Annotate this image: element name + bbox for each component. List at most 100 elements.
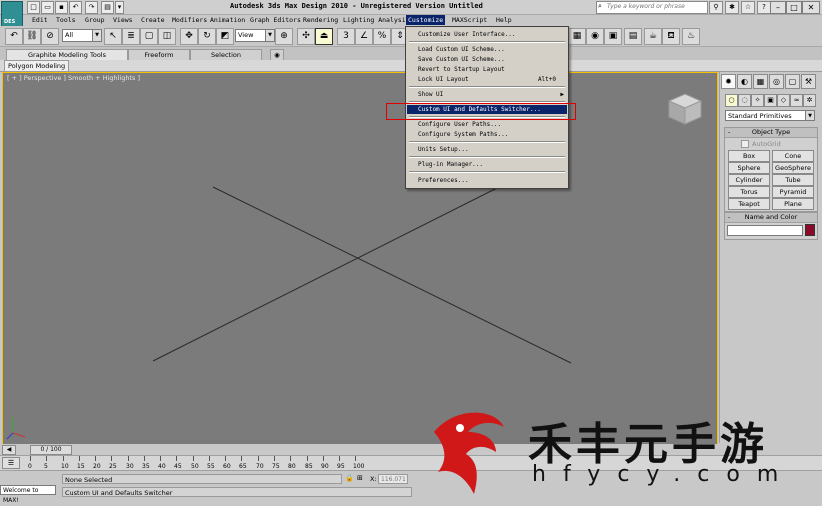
systems-icon[interactable]: ✲ xyxy=(803,94,816,107)
maximize-icon[interactable]: □ xyxy=(786,1,802,14)
tab-freeform[interactable]: Freeform xyxy=(128,49,190,60)
menu-item-configure-user-paths[interactable]: Configure User Paths... xyxy=(407,120,567,129)
menu-create[interactable]: Create xyxy=(139,15,166,25)
project-folder-icon[interactable]: ▤ xyxy=(101,1,114,14)
menu-animation[interactable]: Animation xyxy=(208,15,247,25)
lights-icon[interactable]: ✧ xyxy=(751,94,764,107)
box-button[interactable]: Box xyxy=(728,150,770,162)
keyboard-shortcut-override-icon[interactable]: ⏏ xyxy=(315,28,333,45)
open-file-icon[interactable]: ▭ xyxy=(41,1,54,14)
tube-button[interactable]: Tube xyxy=(772,174,814,186)
lock-selection-icon[interactable]: 🔒 xyxy=(345,474,354,482)
help-icon[interactable]: ? xyxy=(757,1,771,14)
rectangle-selection-icon[interactable]: ▢ xyxy=(140,28,158,45)
percent-snap-icon[interactable]: % xyxy=(373,28,391,45)
sphere-button[interactable]: Sphere xyxy=(728,162,770,174)
viewcube-icon[interactable] xyxy=(665,92,705,126)
helpers-icon[interactable]: ◇ xyxy=(777,94,790,107)
search-input[interactable] xyxy=(607,2,703,11)
menu-maxscript[interactable]: MAXScript xyxy=(450,15,489,25)
redo-icon[interactable]: ↷ xyxy=(85,1,98,14)
motion-tab-icon[interactable]: ◎ xyxy=(769,74,784,89)
teapot-render-icon[interactable]: ♨ xyxy=(682,28,700,45)
schematic-view-icon[interactable]: ▦ xyxy=(568,28,586,45)
menu-tools[interactable]: Tools xyxy=(54,15,78,25)
menu-item-save-custom-ui-scheme[interactable]: Save Custom UI Scheme... xyxy=(407,55,567,64)
menu-item-plugin-manager[interactable]: Plug-in Manager... xyxy=(407,160,567,169)
search-field[interactable]: ⌕ xyxy=(596,1,708,14)
menu-item-configure-system-paths[interactable]: Configure System Paths... xyxy=(407,130,567,139)
selection-filter-dropdown[interactable]: All ▼ xyxy=(62,29,102,42)
menu-graph-editors[interactable]: Graph Editors xyxy=(248,15,303,25)
menu-lighting-analysis[interactable]: Lighting Analysis xyxy=(341,15,412,25)
binoculars-icon[interactable]: ⚲ xyxy=(709,1,723,14)
menu-rendering[interactable]: Rendering xyxy=(301,15,340,25)
new-file-icon[interactable]: □ xyxy=(27,1,40,14)
pivot-center-icon[interactable]: ⊕ xyxy=(275,28,293,45)
geosphere-button[interactable]: GeoSphere xyxy=(772,162,814,174)
communication-center-icon[interactable]: ✱ xyxy=(725,1,739,14)
undo-icon[interactable]: ↶ xyxy=(69,1,82,14)
name-and-color-rollout-header[interactable]: - Name and Color xyxy=(725,213,817,223)
shapes-icon[interactable]: ◌ xyxy=(738,94,751,107)
quick-access-dropdown-icon[interactable]: ▾ xyxy=(115,1,124,14)
menu-customize[interactable]: Customize xyxy=(406,15,446,25)
plane-button[interactable]: Plane xyxy=(772,198,814,210)
object-color-swatch[interactable] xyxy=(805,224,815,236)
cylinder-button[interactable]: Cylinder xyxy=(728,174,770,186)
pyramid-button[interactable]: Pyramid xyxy=(772,186,814,198)
app-logo[interactable]: DES xyxy=(1,1,23,27)
object-type-rollout-header[interactable]: - Object Type xyxy=(725,128,817,138)
quick-render-icon[interactable]: ⛾ xyxy=(662,28,680,45)
close-icon[interactable]: ✕ xyxy=(802,1,820,14)
move-icon[interactable]: ✥ xyxy=(180,28,198,45)
menu-views[interactable]: Views xyxy=(111,15,135,25)
menu-item-customize-user-interface[interactable]: Customize User Interface... xyxy=(407,30,567,39)
select-and-link-icon[interactable]: ⛓ xyxy=(23,28,41,45)
modify-tab-icon[interactable]: ◐ xyxy=(737,74,752,89)
material-editor-icon[interactable]: ◉ xyxy=(586,28,604,45)
maxscript-listener-field[interactable]: Welcome to MAX! xyxy=(0,485,56,504)
mini-curve-editor-icon[interactable]: ☰ xyxy=(2,457,20,469)
undo-icon[interactable]: ↶ xyxy=(5,28,23,45)
cameras-icon[interactable]: ▣ xyxy=(764,94,777,107)
select-manipulate-icon[interactable]: ✣ xyxy=(297,28,315,45)
rendered-frame-window-icon[interactable]: ▤ xyxy=(624,28,642,45)
create-tab-icon[interactable]: ✹ xyxy=(721,74,736,89)
autogrid-checkbox[interactable]: AutoGrid xyxy=(741,140,781,148)
display-tab-icon[interactable]: ▢ xyxy=(785,74,800,89)
angle-snap-icon[interactable]: ∠ xyxy=(355,28,373,45)
cone-button[interactable]: Cone xyxy=(772,150,814,162)
select-object-icon[interactable]: ↖ xyxy=(104,28,122,45)
menu-modifiers[interactable]: Modifiers xyxy=(170,15,209,25)
tab-graphite-modeling-tools[interactable]: Graphite Modeling Tools xyxy=(6,49,128,60)
tab-polygon-modeling[interactable]: Polygon Modeling xyxy=(4,60,70,72)
time-slider[interactable]: 0 / 100 xyxy=(30,445,72,455)
favorites-star-icon[interactable]: ☆ xyxy=(741,1,755,14)
menu-item-lock-ui-layout[interactable]: Lock UI Layout Alt+0 xyxy=(407,75,567,84)
torus-button[interactable]: Torus xyxy=(728,186,770,198)
reference-coordinate-dropdown[interactable]: View ▼ xyxy=(235,29,275,42)
menu-item-show-ui[interactable]: Show UI ▶ xyxy=(407,90,567,99)
hierarchy-tab-icon[interactable]: ▦ xyxy=(753,74,768,89)
menu-help[interactable]: Help xyxy=(494,15,514,25)
menu-group[interactable]: Group xyxy=(83,15,107,25)
prev-frame-icon[interactable]: ◀ xyxy=(2,445,16,455)
rotate-icon[interactable]: ↻ xyxy=(198,28,216,45)
primitive-category-dropdown[interactable]: Standard Primitives ▼ xyxy=(725,110,815,121)
x-coordinate-field[interactable]: 116.071 xyxy=(378,474,408,484)
menu-item-revert-to-startup-layout[interactable]: Revert to Startup Layout xyxy=(407,65,567,74)
menu-item-preferences[interactable]: Preferences... xyxy=(407,176,567,185)
teapot-button[interactable]: Teapot xyxy=(728,198,770,210)
tab-selection[interactable]: Selection xyxy=(190,49,262,60)
perspective-viewport[interactable]: [ + ] Perspective ] Smooth + Highlights … xyxy=(2,72,718,445)
space-warps-icon[interactable]: ≈ xyxy=(790,94,803,107)
scale-icon[interactable]: ◩ xyxy=(216,28,234,45)
geometry-icon[interactable]: ○ xyxy=(725,94,738,107)
menu-item-load-custom-ui-scheme[interactable]: Load Custom UI Scheme... xyxy=(407,45,567,54)
window-crossing-icon[interactable]: ◫ xyxy=(158,28,176,45)
menu-item-units-setup[interactable]: Units Setup... xyxy=(407,145,567,154)
select-by-name-icon[interactable]: ≣ xyxy=(122,28,140,45)
utilities-tab-icon[interactable]: ⚒ xyxy=(801,74,816,89)
ribbon-options-icon[interactable]: ◉ xyxy=(270,49,284,60)
